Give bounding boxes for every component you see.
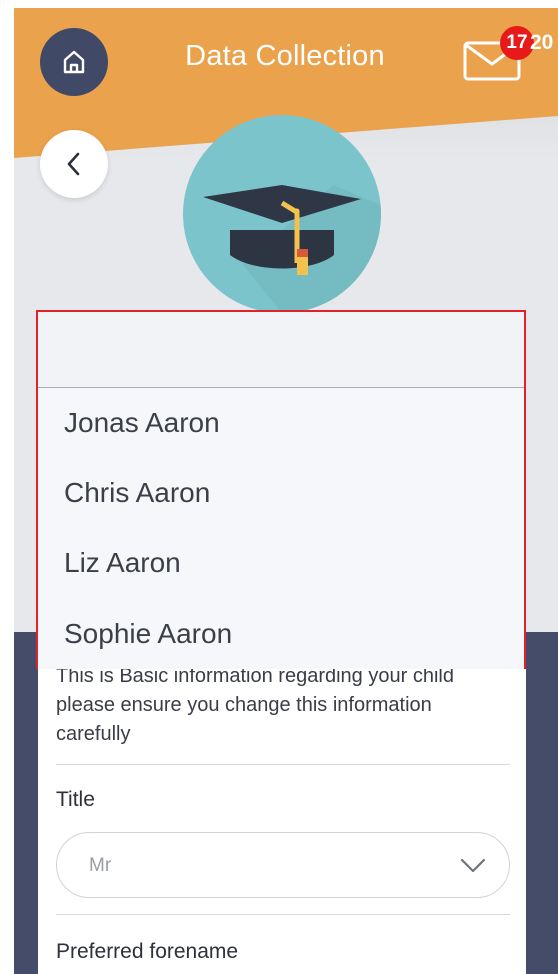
child-select-field[interactable]	[38, 312, 524, 388]
dropdown-option[interactable]: Liz Aaron	[64, 547, 181, 579]
preferred-forename-label: Preferred forename	[56, 940, 239, 963]
title-label: Title	[56, 788, 95, 811]
dropdown-option[interactable]: Sophie Aaron	[64, 618, 232, 650]
home-icon	[63, 50, 85, 74]
graduation-cap-icon	[203, 185, 381, 313]
chevron-left-icon	[67, 152, 80, 176]
notification-badge: 17	[500, 26, 534, 60]
page-title: Data Collection	[185, 40, 385, 72]
title-select[interactable]: Mr	[56, 832, 510, 898]
divider	[56, 764, 510, 765]
child-options-list: Jonas Aaron Chris Aaron Liz Aaron Sophie…	[38, 389, 524, 669]
home-button[interactable]	[40, 28, 108, 96]
back-button[interactable]	[40, 130, 108, 198]
dropdown-option[interactable]: Chris Aaron	[64, 477, 210, 509]
child-select-dropdown[interactable]: Jonas Aaron Chris Aaron Liz Aaron Sophie…	[36, 310, 526, 669]
divider	[56, 914, 510, 915]
student-avatar	[183, 115, 381, 313]
title-select-value: Mr	[89, 855, 112, 876]
info-text: This is Basic information regarding your…	[56, 665, 454, 745]
chevron-down-icon	[460, 858, 486, 873]
dropdown-option[interactable]: Jonas Aaron	[64, 407, 220, 439]
notification-count-overflow: 20	[530, 31, 554, 54]
